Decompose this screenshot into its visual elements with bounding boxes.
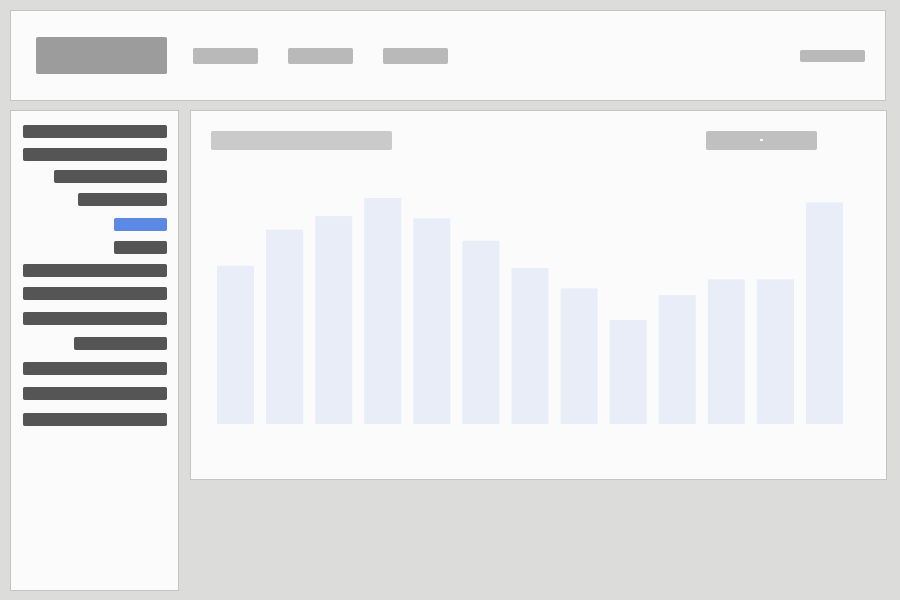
sidebar-item-active[interactable] [114, 218, 167, 231]
sidebar-item-3[interactable] [54, 170, 167, 183]
bar-5 [413, 218, 451, 424]
bar-12 [756, 279, 794, 424]
sidebar-item-2[interactable] [23, 148, 167, 161]
main-content [190, 110, 887, 480]
account-link[interactable] [800, 50, 865, 62]
sidebar-item-7[interactable] [23, 264, 167, 277]
logo[interactable] [36, 37, 167, 74]
bar-8 [560, 288, 598, 424]
bar-chart [217, 198, 843, 424]
bar-9 [609, 320, 647, 424]
sidebar-item-8[interactable] [23, 287, 167, 300]
top-header [10, 10, 886, 101]
sidebar-item-1[interactable] [23, 125, 167, 138]
sidebar [10, 110, 179, 591]
nav-link-3[interactable] [383, 48, 448, 64]
bar-3 [315, 216, 353, 424]
sidebar-item-13[interactable] [23, 413, 167, 426]
bar-7 [511, 268, 549, 424]
bar-11 [707, 279, 745, 424]
sidebar-item-10[interactable] [74, 337, 167, 350]
sidebar-item-6[interactable] [114, 241, 167, 254]
nav-link-2[interactable] [288, 48, 353, 64]
bar-13 [806, 202, 843, 424]
bar-6 [462, 240, 500, 424]
bar-2 [266, 229, 304, 424]
bar-10 [658, 295, 696, 424]
bar-1 [217, 265, 254, 424]
bar-4 [364, 198, 402, 424]
sidebar-item-11[interactable] [23, 362, 167, 375]
sidebar-item-9[interactable] [23, 312, 167, 325]
nav-link-1[interactable] [193, 48, 258, 64]
sidebar-item-12[interactable] [23, 387, 167, 400]
sidebar-item-4[interactable] [78, 193, 167, 206]
